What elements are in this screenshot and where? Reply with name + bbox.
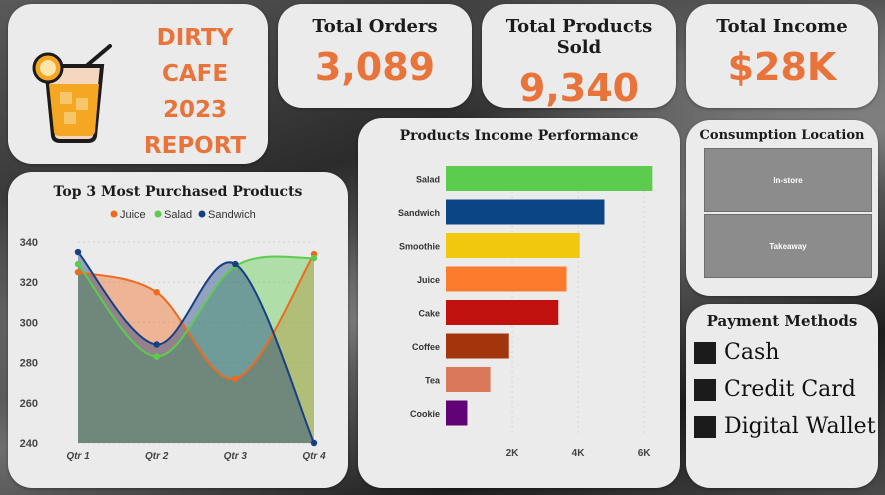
- category-label: Coffee: [412, 342, 440, 352]
- slicer-checkbox[interactable]: [694, 378, 716, 401]
- x-tick-label: Qtr 4: [302, 451, 326, 462]
- kpi-total-orders: Total Orders 3,089: [278, 4, 472, 108]
- data-point-juice: [74, 268, 82, 276]
- x-tick-label: 4K: [572, 448, 586, 459]
- iced-drink-icon: [32, 44, 112, 143]
- legend-label-juice: Juice: [120, 209, 146, 221]
- category-label: Sandwich: [398, 208, 440, 218]
- category-label: Cookie: [410, 409, 440, 419]
- legend-label-sandwich: Sandwich: [208, 209, 256, 221]
- kpi-title: Total Orders: [312, 16, 438, 37]
- y-tick-label: 340: [20, 237, 38, 249]
- x-tick-label: Qtr 2: [145, 451, 169, 462]
- data-point-sandwich: [232, 260, 239, 268]
- panel-title: Payment Methods: [706, 312, 858, 330]
- income-bar-chart: 2K 4K 6K Salad Sandwich Smoothie Juice Cake Coff…: [398, 166, 653, 459]
- x-tick-label: 2K: [506, 448, 520, 459]
- panel-title: Consumption Location: [699, 128, 865, 143]
- kpi-title: Total Income: [716, 16, 848, 37]
- income-performance-chart-card: Products Income Performance 2K 4K 6K Salad S…: [358, 118, 680, 488]
- kpi-total-income: Total Income $28K: [686, 4, 878, 108]
- legend-marker: [198, 210, 206, 218]
- bar-cake: [446, 300, 559, 325]
- x-tick-label: Qtr 1: [66, 451, 90, 462]
- report-title-line: 2023: [162, 97, 227, 123]
- y-tick-label: 240: [20, 438, 38, 450]
- x-tick-label: 6K: [638, 448, 652, 459]
- y-tick-label: 320: [20, 277, 38, 289]
- kpi-total-products-sold: Total Products Sold 9,340: [482, 4, 676, 110]
- payment-label: Cash: [724, 340, 780, 365]
- report-title-line: REPORT: [143, 133, 247, 159]
- data-point-salad: [74, 260, 82, 268]
- chart-title: Products Income Performance: [399, 128, 639, 144]
- report-title-line: CAFE: [161, 61, 229, 87]
- kpi-title: Total Products Sold: [505, 16, 653, 58]
- kpi-value: $28K: [727, 45, 837, 89]
- payment-item-digital-wallet[interactable]: Digital Wallet: [694, 414, 876, 439]
- consumption-location-card: Consumption Location In-store Takeaway: [686, 120, 878, 296]
- bar-juice: [446, 266, 567, 292]
- y-tick-label: 300: [20, 317, 38, 329]
- bar-cookie: [446, 400, 468, 426]
- top-products-line-chart: Juice Salad Sandwich 240 260 280 300 320 340 Qtr …: [20, 209, 326, 462]
- legend-marker: [110, 210, 118, 218]
- location-tile-in-store[interactable]: In-store: [704, 148, 872, 212]
- category-label: Juice: [417, 275, 440, 285]
- kpi-value: 3,089: [314, 45, 436, 89]
- bar-coffee: [446, 333, 509, 359]
- payment-item-credit-card[interactable]: Credit Card: [694, 377, 856, 402]
- data-point-sandwich: [310, 439, 318, 447]
- bar-salad: [446, 166, 653, 191]
- category-label: Cake: [418, 309, 440, 319]
- data-point-sandwich: [153, 341, 160, 348]
- data-point-juice: [153, 289, 160, 296]
- slicer-checkbox[interactable]: [694, 415, 716, 438]
- payment-methods-card: Payment Methods Cash Credit Card Digital…: [686, 304, 878, 488]
- top-products-chart-card: Top 3 Most Purchased Products Juice Salad…: [8, 172, 348, 488]
- bar-smoothie: [446, 233, 580, 258]
- data-point-salad: [310, 254, 318, 262]
- legend-label-salad: Salad: [164, 209, 192, 221]
- x-tick-label: Qtr 3: [224, 451, 248, 462]
- category-label: Salad: [416, 175, 440, 185]
- payment-item-cash[interactable]: Cash: [694, 340, 779, 365]
- data-point-sandwich: [74, 248, 82, 256]
- y-tick-label: 280: [20, 358, 38, 370]
- report-title: DIRTY CAFE 2023 REPORT: [130, 20, 260, 164]
- kpi-value: 9,340: [518, 66, 640, 110]
- payment-label: Credit Card: [724, 377, 856, 402]
- category-label: Tea: [425, 376, 441, 386]
- legend-marker: [154, 210, 162, 218]
- data-point-juice: [232, 375, 239, 382]
- report-title-card: DIRTY CAFE 2023 REPORT: [8, 4, 268, 164]
- y-tick-label: 260: [20, 398, 38, 410]
- location-tile-takeaway[interactable]: Takeaway: [704, 214, 872, 278]
- category-label: Smoothie: [399, 242, 440, 252]
- report-title-line: DIRTY: [156, 25, 234, 51]
- data-point-salad: [153, 353, 160, 360]
- bar-sandwich: [446, 199, 605, 225]
- payment-label: Digital Wallet: [724, 414, 876, 439]
- slicer-checkbox[interactable]: [694, 341, 716, 364]
- bar-tea: [446, 367, 491, 392]
